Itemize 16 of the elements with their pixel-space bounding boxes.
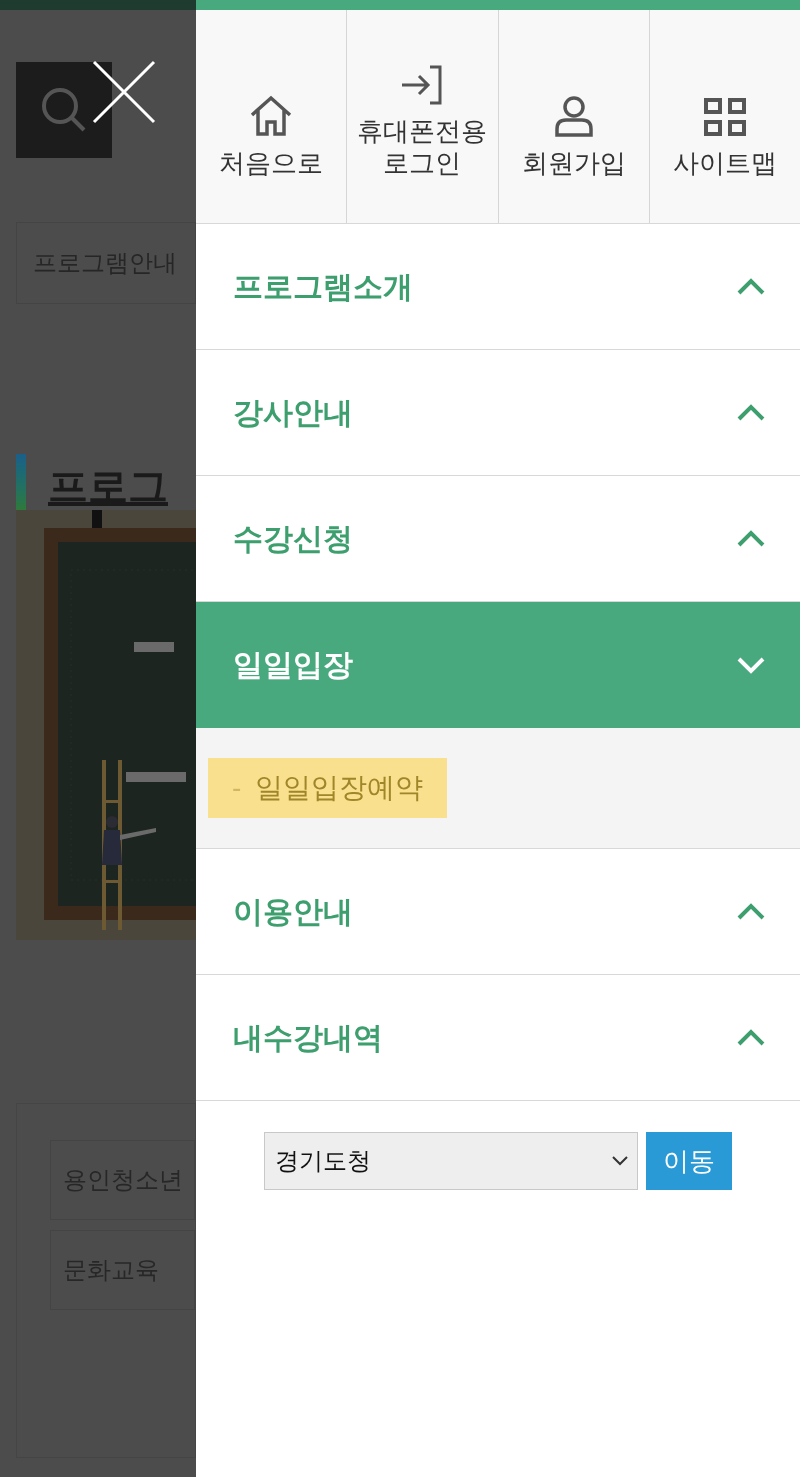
submenu-item[interactable]: - 일일입장예약 [208, 758, 448, 818]
quick-link[interactable]: 처음으로 [196, 10, 347, 223]
login-arrow-icon [400, 65, 445, 105]
caret-icon [611, 1155, 629, 1167]
go-button[interactable]: 이동 [646, 1132, 732, 1190]
quick-link[interactable]: 휴대폰전용 로그인 [346, 10, 498, 223]
user-icon [553, 95, 594, 137]
menu-item[interactable]: 일일입장 [196, 602, 800, 728]
heading-accent-bar [16, 454, 26, 510]
site-select[interactable]: 경기도청 [264, 1132, 638, 1190]
close-icon[interactable] [92, 60, 156, 124]
home-icon [249, 95, 294, 137]
grid-icon [702, 97, 747, 137]
quick-link[interactable]: 사이트맵 [648, 10, 800, 223]
quick-link[interactable]: 회원가입 [497, 10, 649, 223]
search-icon [40, 86, 88, 134]
